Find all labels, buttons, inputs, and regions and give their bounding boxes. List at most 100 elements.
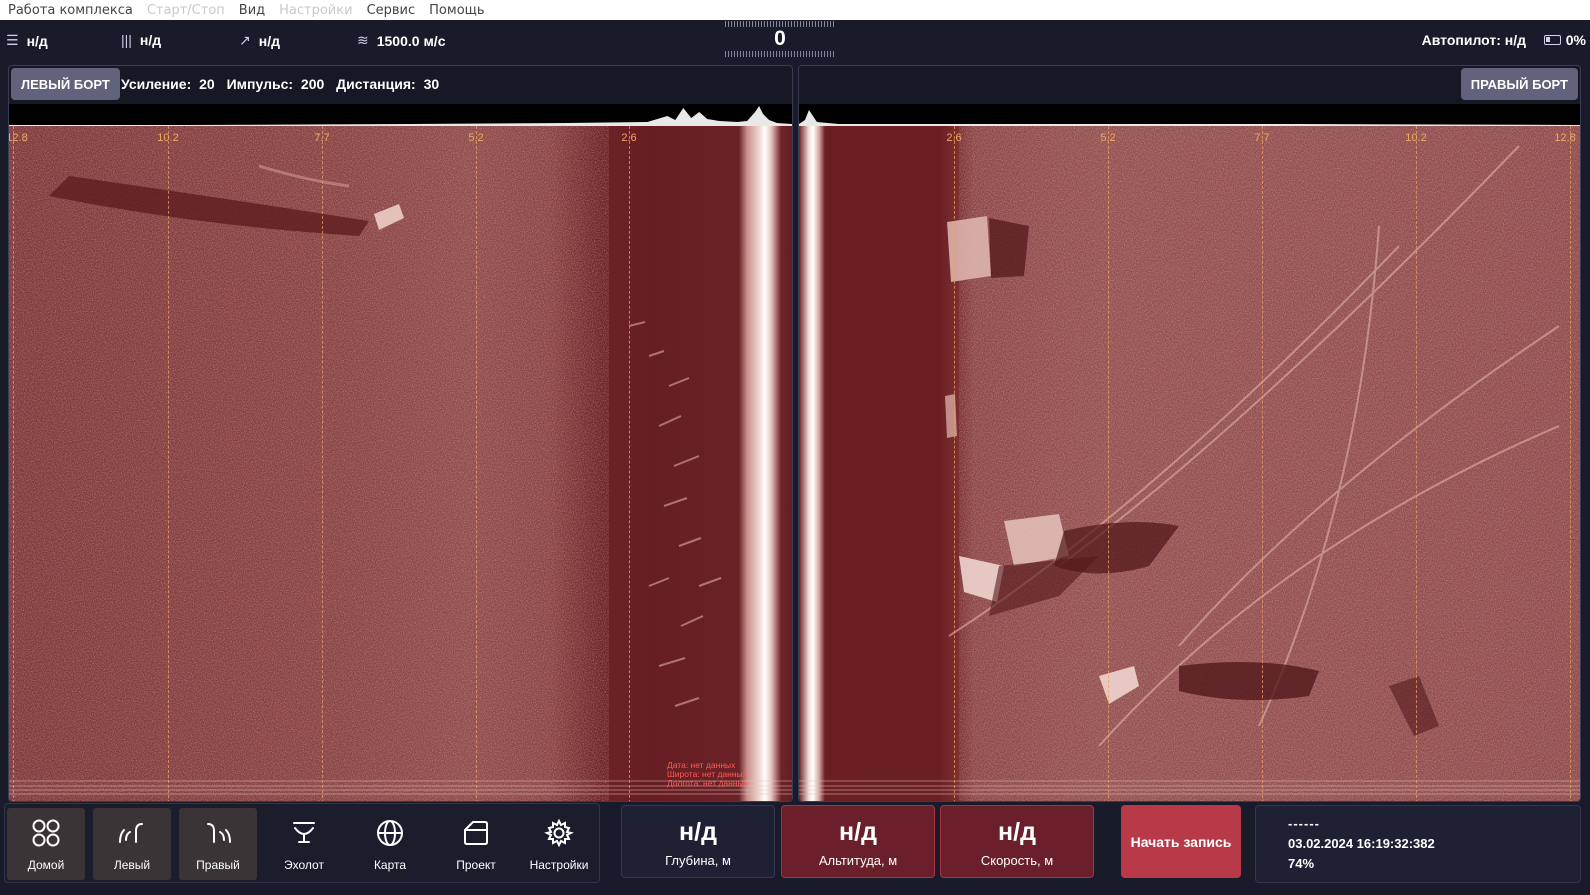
distance-line — [1416, 126, 1417, 801]
home-grid-icon — [32, 819, 60, 847]
nav-settings-button[interactable]: Настройки — [520, 808, 598, 880]
impulse-label: Импульс: — [226, 76, 294, 92]
menu-bar: Работа комплекса Старт/Стоп Вид Настройк… — [0, 0, 1590, 20]
info-dashes: ------ — [1288, 816, 1320, 831]
speed-label: Скорость, м — [980, 853, 1054, 868]
left-panel-header: ЛЕВЫЙ БОРТ Усиление: 20 Импульс: 200 Дис… — [9, 66, 792, 104]
menu-lines-icon: ☰ — [6, 32, 19, 48]
left-amplitude-strip — [9, 104, 792, 126]
bottom-navigation: Домой Левый Правый Эхолот Карта Проект Н… — [4, 803, 600, 883]
folder-icon — [464, 821, 488, 845]
depth-label: Глубина, м — [665, 853, 731, 868]
bars-icon: ||| — [121, 32, 132, 48]
heading-readout: ☰ н/д — [6, 32, 48, 49]
left-sonar-panel: ЛЕВЫЙ БОРТ Усиление: 20 Импульс: 200 Дис… — [8, 65, 793, 802]
distance-line — [629, 126, 630, 801]
battery-status: 0% — [1543, 32, 1586, 48]
battery-icon — [1543, 35, 1561, 45]
distance-mark: 10.2 — [1405, 132, 1427, 144]
right-sonar-icon — [207, 823, 231, 843]
status-bar: ☰ н/д ||| н/д ↗ н/д ≋ 1500.0 м/с 0 Автоп… — [0, 20, 1590, 62]
nav-echosounder-button[interactable]: Эхолот — [265, 808, 343, 880]
menu-item-help[interactable]: Помощь — [429, 3, 484, 18]
distance-line — [322, 126, 323, 801]
sound-speed-value: 1500.0 м/с — [376, 32, 446, 49]
distance-mark: 2.6 — [621, 132, 637, 144]
distance-mark: 10.2 — [157, 132, 179, 144]
menu-item-work[interactable]: Работа комплекса — [8, 3, 133, 18]
nav-settings-label: Настройки — [529, 858, 589, 872]
info-percent: 74% — [1288, 856, 1315, 871]
gear-icon — [544, 818, 574, 848]
nav-project-label: Проект — [456, 858, 496, 872]
nav-home-button[interactable]: Домой — [7, 808, 85, 880]
direction-readout: ↗ н/д — [239, 32, 280, 49]
distance-line — [168, 126, 169, 801]
distance-mark: 7.7 — [1254, 132, 1270, 144]
distance-label: Дистанция: — [336, 76, 416, 92]
counter-ruler-bottom — [725, 51, 835, 57]
info-datetime: 03.02.2024 16:19:32:382 — [1288, 836, 1435, 851]
counter-value: 0 — [774, 27, 786, 50]
menu-item-service[interactable]: Сервис — [367, 3, 416, 18]
menu-item-start-stop: Старт/Стоп — [146, 2, 225, 18]
distance-line — [1108, 126, 1109, 801]
depth-metric: н/д Глубина, м — [621, 805, 775, 878]
right-sonar-image[interactable]: 2.6 5.2 7.7 10.2 12.8 — [799, 126, 1580, 801]
arrow-up-right-icon: ↗ — [239, 32, 251, 48]
heading-value: н/д — [26, 32, 48, 49]
nav-right-label: Правый — [196, 858, 240, 872]
app-window: ☰ н/д ||| н/д ↗ н/д ≋ 1500.0 м/с 0 Автоп… — [0, 20, 1590, 895]
distance-line — [13, 126, 14, 801]
direction-value: н/д — [258, 32, 280, 49]
distance-line — [476, 126, 477, 801]
left-sonar-image[interactable]: 12.8 10.2 7.7 5.2 2.6 Дата: нет данных Ш… — [9, 126, 792, 801]
echosounder-icon — [293, 822, 315, 843]
depth-value: н/д — [679, 818, 717, 846]
right-side-button[interactable]: ПРАВЫЙ БОРТ — [1460, 68, 1578, 100]
left-side-button[interactable]: ЛЕВЫЙ БОРТ — [11, 68, 120, 100]
nav-map-label: Карта — [373, 858, 407, 872]
nav-map-button[interactable]: Карта — [351, 808, 429, 880]
menu-item-settings: Настройки — [279, 2, 353, 18]
altitude-value: н/д — [839, 818, 877, 846]
menu-item-view[interactable]: Вид — [239, 3, 265, 18]
pitch-value: н/д — [139, 32, 162, 48]
waves-icon: ≋ — [357, 32, 369, 48]
center-counter: 0 — [725, 20, 835, 58]
altitude-metric: н/д Альтитуда, м — [781, 805, 935, 878]
sound-speed-readout: ≋ 1500.0 м/с — [357, 32, 445, 49]
status-info-box: ------ 03.02.2024 16:19:32:382 74% — [1255, 805, 1581, 883]
speed-metric: н/д Скорость, м — [940, 805, 1094, 878]
right-panel-header: ПРАВЫЙ БОРТ — [799, 66, 1580, 104]
autopilot-status: Автопилот: н/д — [1421, 32, 1526, 48]
start-recording-button[interactable]: Начать запись — [1121, 805, 1241, 878]
distance-mark: 5.2 — [1100, 132, 1116, 144]
distance-mark: 2.6 — [946, 132, 962, 144]
distance-mark: 5.2 — [468, 132, 484, 144]
gain-label: Усиление: — [121, 76, 192, 92]
nav-echosounder-label: Эхолот — [284, 858, 324, 872]
right-amplitude-strip — [799, 104, 1580, 126]
right-sonar-panel: ПРАВЫЙ БОРТ 2.6 5.2 7.7 10.2 12.8 — [798, 65, 1581, 802]
position-info: Дата: нет данных Широта: нет данных Долг… — [667, 761, 748, 788]
gain-value[interactable]: 20 — [199, 76, 215, 92]
pitch-readout: ||| н/д — [121, 32, 161, 48]
nav-left-button[interactable]: Левый — [93, 808, 171, 880]
sonar-params: Усиление: 20 Импульс: 200 Дистанция: 30 — [121, 76, 447, 92]
distance-mark: 12.8 — [1554, 132, 1576, 144]
nav-left-label: Левый — [113, 858, 151, 872]
nav-right-button[interactable]: Правый — [179, 808, 257, 880]
nav-home-label: Домой — [27, 858, 65, 872]
distance-mark: 7.7 — [314, 132, 330, 144]
distance-line — [954, 126, 955, 801]
longitude-info: Долгота: нет данных — [667, 778, 748, 788]
battery-value: 0% — [1565, 32, 1586, 48]
altitude-label: Альтитуда, м — [818, 853, 898, 868]
impulse-value[interactable]: 200 — [301, 76, 324, 92]
distance-value[interactable]: 30 — [424, 76, 440, 92]
globe-icon — [377, 820, 403, 846]
distance-line — [1262, 126, 1263, 801]
speed-value: н/д — [998, 818, 1036, 846]
nav-project-button[interactable]: Проект — [437, 808, 515, 880]
